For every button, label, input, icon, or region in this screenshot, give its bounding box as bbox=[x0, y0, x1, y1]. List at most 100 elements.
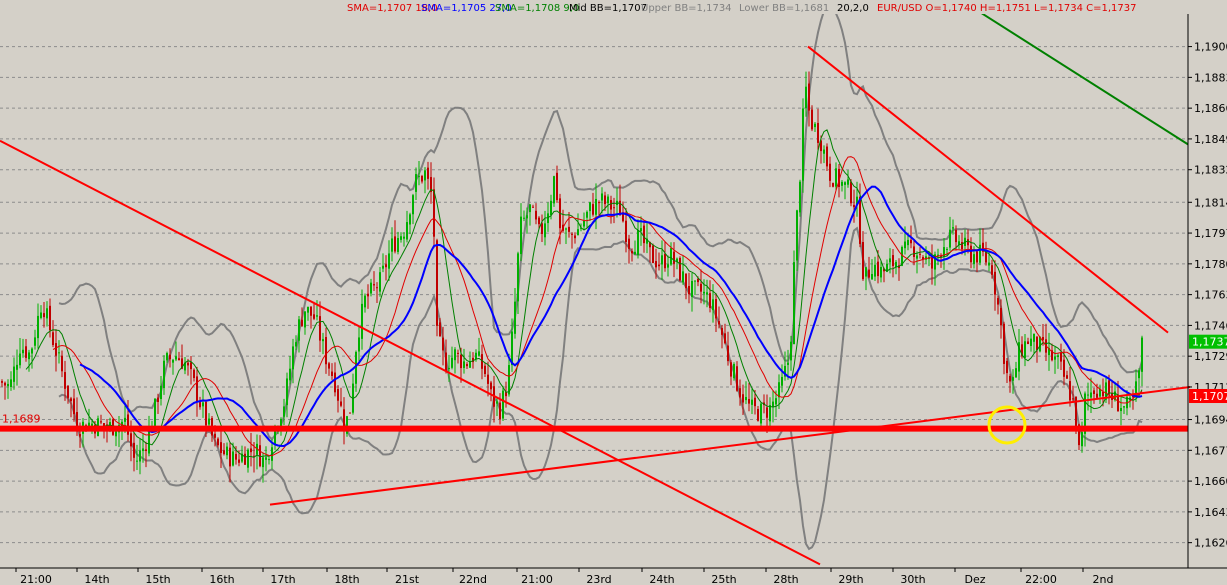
bull-candle bbox=[1141, 337, 1143, 372]
x-tick-label: 21st bbox=[395, 573, 420, 585]
bull-candle bbox=[874, 264, 876, 277]
bear-candle bbox=[490, 382, 492, 390]
bear-candle bbox=[457, 352, 459, 354]
bull-candle bbox=[232, 451, 234, 466]
bull-candle bbox=[835, 168, 837, 187]
bull-candle bbox=[448, 368, 450, 370]
bull-candle bbox=[802, 108, 804, 181]
bear-candle bbox=[538, 217, 540, 225]
bear-candle bbox=[913, 246, 915, 257]
bull-candle bbox=[529, 204, 531, 213]
bear-candle bbox=[1063, 359, 1065, 377]
bear-candle bbox=[754, 397, 756, 407]
bull-candle bbox=[370, 282, 372, 294]
bull-candle bbox=[844, 182, 846, 185]
bull-candle bbox=[10, 379, 12, 387]
bear-candle bbox=[220, 442, 222, 453]
bull-candle bbox=[13, 366, 15, 382]
bear-candle bbox=[727, 345, 729, 362]
bear-candle bbox=[655, 261, 657, 268]
x-tick-label: 21:00 bbox=[521, 573, 553, 585]
bear-candle bbox=[1, 381, 3, 383]
x-tick-label: 14th bbox=[84, 573, 109, 585]
bull-candle bbox=[745, 396, 747, 401]
bull-candle bbox=[397, 238, 399, 252]
bear-candle bbox=[217, 438, 219, 446]
bull-candle bbox=[865, 267, 867, 277]
y-tick-label: 1,1797 bbox=[1194, 227, 1227, 240]
bear-candle bbox=[664, 253, 666, 269]
bull-candle bbox=[1135, 381, 1137, 395]
bear-candle bbox=[1069, 381, 1071, 401]
bear-candle bbox=[340, 401, 342, 406]
bull-candle bbox=[565, 228, 567, 230]
chart-background bbox=[0, 0, 1227, 585]
bull-candle bbox=[409, 214, 411, 225]
bear-candle bbox=[970, 245, 972, 263]
bear-candle bbox=[631, 250, 633, 254]
bull-candle bbox=[412, 195, 414, 215]
x-tick-label: 28th bbox=[773, 573, 798, 585]
bear-candle bbox=[1060, 352, 1062, 362]
y-tick-label: 1,1643 bbox=[1194, 506, 1227, 519]
bear-candle bbox=[196, 376, 198, 402]
bear-candle bbox=[445, 352, 447, 372]
bear-candle bbox=[829, 163, 831, 181]
bull-candle bbox=[589, 202, 591, 212]
bull-candle bbox=[322, 339, 324, 342]
bull-candle bbox=[790, 341, 792, 361]
bull-candle bbox=[475, 352, 477, 360]
bear-candle bbox=[613, 207, 615, 209]
y-tick-label: 1,1849 bbox=[1194, 133, 1227, 146]
bear-candle bbox=[499, 402, 501, 420]
bull-candle bbox=[775, 398, 777, 405]
bull-candle bbox=[40, 312, 42, 318]
bear-candle bbox=[127, 414, 129, 435]
y-tick-label: 1,1729 bbox=[1194, 350, 1227, 363]
bull-candle bbox=[640, 228, 642, 232]
bear-candle bbox=[868, 269, 870, 278]
price-chart[interactable]: 1,1689 1,1626 1,1643 1,1660 1,1677 1,1694 1,1… bbox=[0, 0, 1227, 585]
bull-candle bbox=[31, 348, 33, 354]
bear-candle bbox=[643, 225, 645, 244]
bull-candle bbox=[391, 238, 393, 252]
support-label: 1,1689 bbox=[2, 413, 41, 426]
bear-candle bbox=[535, 210, 537, 220]
bull-candle bbox=[172, 359, 174, 363]
bull-candle bbox=[553, 176, 555, 204]
bull-candle bbox=[268, 459, 270, 461]
bull-candle bbox=[778, 382, 780, 398]
bear-candle bbox=[826, 146, 828, 167]
bear-candle bbox=[592, 204, 594, 215]
bull-candle bbox=[670, 248, 672, 265]
bear-candle bbox=[997, 298, 999, 305]
y-tick-label: 1,1746 bbox=[1194, 319, 1227, 332]
bull-candle bbox=[799, 181, 801, 213]
bull-candle bbox=[154, 398, 156, 426]
y-tick-label: 1,1660 bbox=[1194, 475, 1227, 488]
header-item: Upper BB=1,1734 bbox=[641, 3, 732, 14]
bear-candle bbox=[376, 287, 378, 289]
bear-candle bbox=[238, 459, 240, 463]
bear-candle bbox=[421, 175, 423, 182]
bear-candle bbox=[892, 255, 894, 266]
bear-candle bbox=[808, 83, 810, 111]
bear-candle bbox=[850, 181, 852, 204]
bull-candle bbox=[514, 301, 516, 334]
bull-candle bbox=[403, 236, 405, 239]
indicator-header: SMA=1,1707 18,0SMA=1,1705 27,0SMA=1,1708… bbox=[340, 0, 1227, 14]
bull-candle bbox=[595, 198, 597, 215]
bear-candle bbox=[70, 398, 72, 402]
x-tick-label: 16th bbox=[209, 573, 234, 585]
bear-candle bbox=[628, 238, 630, 249]
header-item: SMA=1,1708 9,0 bbox=[495, 3, 579, 14]
bear-candle bbox=[757, 408, 759, 421]
bear-candle bbox=[859, 196, 861, 244]
bull-candle bbox=[142, 448, 144, 452]
bull-candle bbox=[388, 253, 390, 269]
bull-candle bbox=[304, 311, 306, 328]
bull-candle bbox=[415, 174, 417, 192]
bear-candle bbox=[433, 189, 435, 237]
price-label-text: 1,1707 bbox=[1192, 390, 1227, 403]
bear-candle bbox=[715, 299, 717, 319]
